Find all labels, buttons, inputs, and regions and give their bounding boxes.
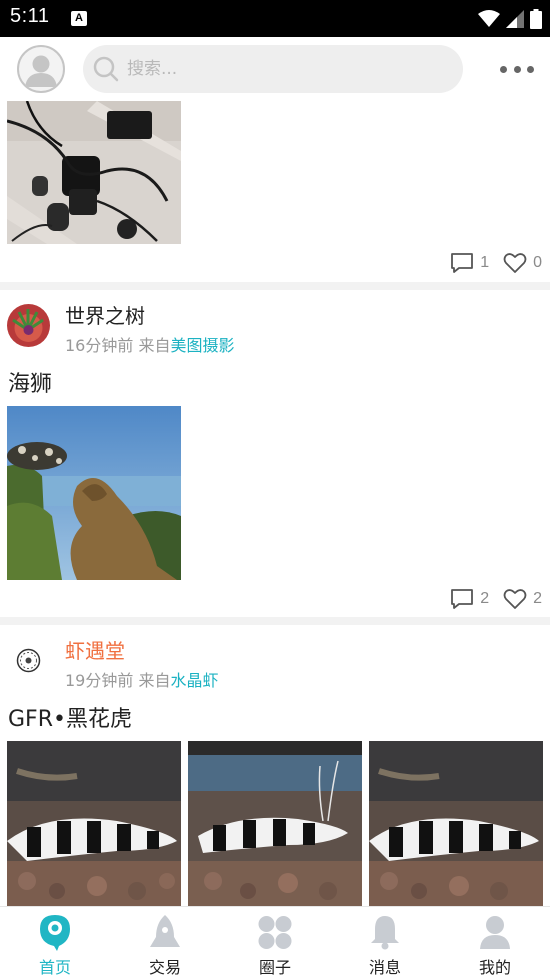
heart-icon xyxy=(503,589,527,609)
circle-link[interactable]: 美图摄影 xyxy=(170,336,234,355)
more-dot xyxy=(500,65,507,73)
post-actions: 1 0 xyxy=(450,250,542,276)
circles-icon xyxy=(258,916,292,949)
divider xyxy=(0,617,550,625)
status-time: 5:11 xyxy=(10,5,50,27)
nav-label: 消息 xyxy=(368,958,401,977)
signal-icon xyxy=(506,10,524,28)
search-box[interactable] xyxy=(83,45,463,93)
author-avatar[interactable] xyxy=(7,639,50,682)
post-title[interactable]: 海狮 xyxy=(8,366,52,398)
bell-icon xyxy=(371,916,399,950)
comment-icon xyxy=(451,589,474,609)
post-card[interactable]: 1 0 xyxy=(0,101,550,281)
search-icon xyxy=(93,56,119,82)
rocket-icon xyxy=(150,915,180,947)
comment-button[interactable]: 2 xyxy=(450,588,489,610)
battery-icon xyxy=(530,9,542,29)
post-meta: 19分钟前 来自水晶虾 xyxy=(65,667,219,691)
nav-item-trade[interactable]: 交易 xyxy=(110,907,220,979)
from-label: 来自 xyxy=(138,671,171,690)
more-icon[interactable] xyxy=(500,61,534,77)
more-dot xyxy=(513,65,521,73)
post-photo-shrimp[interactable] xyxy=(369,741,543,906)
comment-count: 1 xyxy=(480,254,490,271)
home-icon xyxy=(40,915,70,951)
comment-icon xyxy=(451,253,474,273)
nav-label: 交易 xyxy=(148,958,181,977)
bottom-nav: 首页 交易 圈子 消息 我的 xyxy=(0,906,550,979)
from-label: 来自 xyxy=(138,336,171,355)
nav-item-circles[interactable]: 圈子 xyxy=(220,907,330,979)
like-count: 0 xyxy=(533,254,542,271)
post-photo-equipment[interactable] xyxy=(7,101,181,244)
post-title[interactable]: GFR•黑花虎 xyxy=(8,701,132,733)
avatar-icon[interactable] xyxy=(17,45,65,93)
nav-label: 首页 xyxy=(38,958,71,977)
more-dot xyxy=(527,65,534,73)
post-actions: 2 2 xyxy=(450,586,542,612)
like-button[interactable]: 2 xyxy=(503,588,542,610)
search-input[interactable] xyxy=(127,54,447,84)
app-screen: 5:11 A 搜索... 1 0 世界之树 16分钟前 来自美图摄影 海狮 2 … xyxy=(0,0,550,979)
post-time: 16分钟前 xyxy=(65,336,134,355)
comment-count: 2 xyxy=(480,590,490,607)
notification-icon: A xyxy=(71,11,87,26)
post-photo-sealion[interactable] xyxy=(7,406,181,580)
post-photo-shrimp[interactable] xyxy=(188,741,362,906)
author-avatar[interactable] xyxy=(7,304,50,347)
post-card[interactable]: 虾遇堂 19分钟前 来自水晶虾 GFR•黑花虎 xyxy=(0,625,550,906)
author-name[interactable]: 世界之树 xyxy=(65,300,145,329)
divider xyxy=(0,282,550,290)
status-bar: 5:11 A xyxy=(0,0,550,37)
like-button[interactable]: 0 xyxy=(503,252,542,274)
post-meta: 16分钟前 来自美图摄影 xyxy=(65,332,235,356)
wifi-icon xyxy=(478,10,500,27)
nav-item-home[interactable]: 首页 xyxy=(0,907,110,979)
heart-icon xyxy=(503,253,527,273)
nav-item-mine[interactable]: 我的 xyxy=(440,907,550,979)
post-time: 19分钟前 xyxy=(65,671,134,690)
like-count: 2 xyxy=(533,590,542,607)
post-card[interactable]: 世界之树 16分钟前 来自美图摄影 海狮 2 2 xyxy=(0,290,550,617)
comment-button[interactable]: 1 xyxy=(450,252,489,274)
top-bar xyxy=(0,37,550,101)
author-name[interactable]: 虾遇堂 xyxy=(65,635,125,664)
nav-label: 我的 xyxy=(478,958,511,977)
person-icon xyxy=(480,916,510,949)
circle-link[interactable]: 水晶虾 xyxy=(170,671,218,690)
feed-list[interactable]: 1 0 世界之树 16分钟前 来自美图摄影 海狮 2 2 虾遇堂 19分钟前 来… xyxy=(0,101,550,906)
nav-item-messages[interactable]: 消息 xyxy=(330,907,440,979)
nav-label: 圈子 xyxy=(258,958,291,977)
status-icons xyxy=(478,8,542,30)
post-photo-shrimp[interactable] xyxy=(7,741,181,906)
